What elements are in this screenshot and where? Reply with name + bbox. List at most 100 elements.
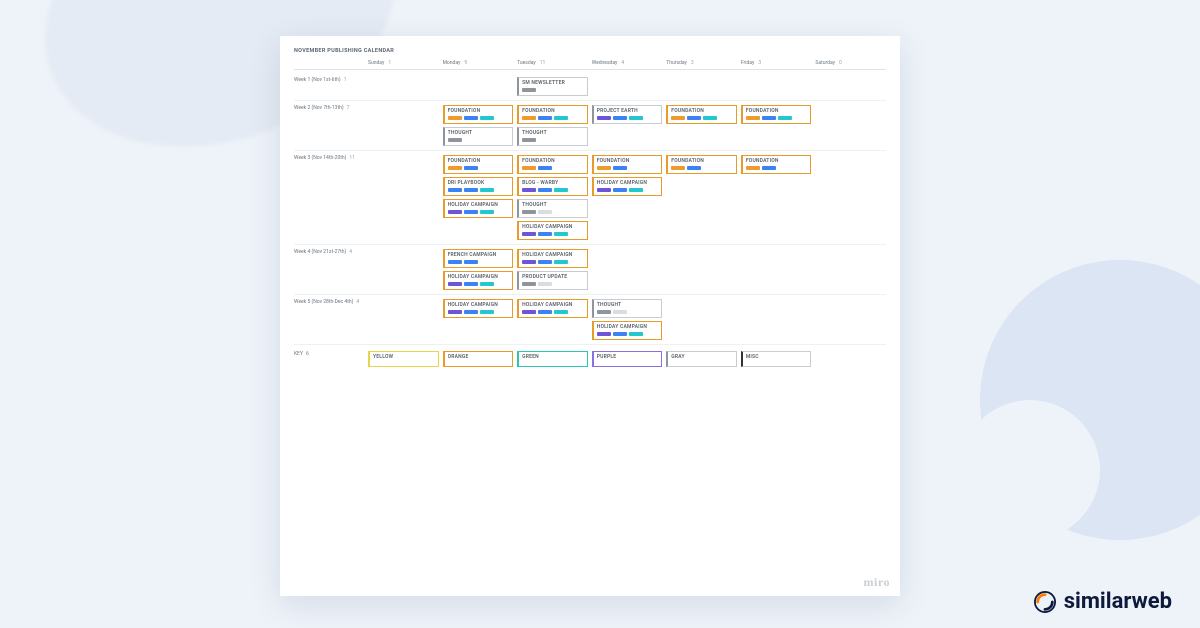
tag-chip	[538, 310, 552, 314]
miro-watermark: miro	[864, 575, 890, 590]
content-card[interactable]: THOUGHT	[517, 199, 588, 218]
day-cell[interactable]: FOUNDATION	[666, 105, 737, 146]
content-card[interactable]: FOUNDATION	[517, 155, 588, 174]
content-card[interactable]: THOUGHT	[592, 299, 663, 318]
card-title: DRI PLAYBOOK	[448, 180, 510, 186]
day-cell[interactable]	[368, 77, 439, 96]
tag-chip	[480, 210, 494, 214]
card-title: FOUNDATION	[522, 108, 584, 114]
legend-item[interactable]: ORANGE	[443, 351, 514, 367]
day-cell[interactable]	[741, 299, 812, 340]
legend-item[interactable]: MISC	[741, 351, 812, 367]
miro-board[interactable]: NOVEMBER PUBLISHING CALENDAR Sunday1Mond…	[280, 36, 900, 596]
day-cell[interactable]: FRENCH CAMPAIGN HOLIDAY CAMPAIGN	[443, 249, 514, 290]
day-cell[interactable]	[666, 249, 737, 290]
tag-chip	[522, 260, 536, 264]
card-tags	[746, 116, 808, 120]
brand-name: similarweb	[1064, 589, 1172, 614]
card-tags	[522, 260, 584, 264]
similarweb-icon	[1034, 591, 1056, 613]
content-card[interactable]: FOUNDATION	[517, 105, 588, 124]
tag-chip	[522, 116, 536, 120]
card-tags	[448, 166, 510, 170]
card-tags	[597, 188, 659, 192]
week-row: Week 4 (Nov 21st-27th)4FRENCH CAMPAIGNHO…	[294, 245, 886, 295]
content-card[interactable]: FRENCH CAMPAIGN	[443, 249, 514, 268]
day-cell[interactable]: FOUNDATION THOUGHT	[517, 105, 588, 146]
legend-text: KEY	[294, 351, 303, 367]
day-cell[interactable]	[815, 155, 886, 240]
week-row: Week 1 (Nov 1st-6th)1SM NEWSLETTER	[294, 73, 886, 101]
content-card[interactable]: BLOG - WARBY	[517, 177, 588, 196]
card-title: HOLIDAY CAMPAIGN	[448, 274, 510, 280]
content-card[interactable]: THOUGHT	[443, 127, 514, 146]
content-card[interactable]: HOLIDAY CAMPAIGN	[517, 249, 588, 268]
day-cell[interactable]: FOUNDATION	[741, 155, 812, 240]
day-cell[interactable]	[368, 249, 439, 290]
tag-chip	[448, 310, 462, 314]
legend-item[interactable]: GRAY	[666, 351, 737, 367]
content-card[interactable]: HOLIDAY CAMPAIGN	[517, 221, 588, 240]
day-cell[interactable]: FOUNDATION HOLIDAY CAMPAIGN	[592, 155, 663, 240]
content-card[interactable]: FOUNDATION	[666, 155, 737, 174]
content-card[interactable]: DRI PLAYBOOK	[443, 177, 514, 196]
day-cell[interactable]	[666, 77, 737, 96]
day-cell[interactable]: PROJECT EARTH	[592, 105, 663, 146]
day-cell[interactable]	[815, 299, 886, 340]
day-cell[interactable]	[443, 77, 514, 96]
content-card[interactable]: HOLIDAY CAMPAIGN	[517, 299, 588, 318]
content-card[interactable]: PRODUCT UPDATE	[517, 271, 588, 290]
tag-chip	[613, 332, 627, 336]
day-cell[interactable]	[815, 249, 886, 290]
legend-item[interactable]: GREEN	[517, 351, 588, 367]
day-cell[interactable]: FOUNDATION BLOG - WARBY THOUGHT HOLIDAY CAM…	[517, 155, 588, 240]
tag-chip	[448, 116, 462, 120]
day-cell[interactable]: SM NEWSLETTER	[517, 77, 588, 96]
day-cell[interactable]: HOLIDAY CAMPAIGN	[443, 299, 514, 340]
content-card[interactable]: HOLIDAY CAMPAIGN	[592, 321, 663, 340]
content-card[interactable]: HOLIDAY CAMPAIGN	[443, 199, 514, 218]
tag-chip	[522, 138, 536, 142]
content-card[interactable]: FOUNDATION	[741, 105, 812, 124]
day-cell[interactable]	[815, 105, 886, 146]
tag-chip	[448, 210, 462, 214]
tag-chip	[746, 116, 760, 120]
day-cell[interactable]	[815, 77, 886, 96]
content-card[interactable]: FOUNDATION	[592, 155, 663, 174]
day-cell[interactable]	[368, 105, 439, 146]
day-cell[interactable]	[368, 299, 439, 340]
tag-chip	[538, 116, 552, 120]
content-card[interactable]: HOLIDAY CAMPAIGN	[443, 271, 514, 290]
content-card[interactable]: FOUNDATION	[741, 155, 812, 174]
day-cell[interactable]	[368, 155, 439, 240]
legend-item[interactable]: PURPLE	[592, 351, 663, 367]
day-cell[interactable]: THOUGHT HOLIDAY CAMPAIGN	[592, 299, 663, 340]
week-row: Week 3 (Nov 14th-20th)11FOUNDATIONDRI PL…	[294, 151, 886, 245]
day-cell[interactable]	[741, 77, 812, 96]
card-tags	[522, 188, 584, 192]
legend-item[interactable]: YELLOW	[368, 351, 439, 367]
content-card[interactable]: PROJECT EARTH	[592, 105, 663, 124]
day-header: Saturday0	[815, 60, 886, 66]
content-card[interactable]: FOUNDATION	[666, 105, 737, 124]
day-cell[interactable]: HOLIDAY CAMPAIGN PRODUCT UPDATE	[517, 249, 588, 290]
day-cell[interactable]	[666, 299, 737, 340]
content-card[interactable]: FOUNDATION	[443, 155, 514, 174]
tag-chip	[778, 116, 792, 120]
content-card[interactable]: THOUGHT	[517, 127, 588, 146]
day-cell[interactable]	[592, 249, 663, 290]
day-cell[interactable]: HOLIDAY CAMPAIGN	[517, 299, 588, 340]
card-title: FOUNDATION	[671, 158, 733, 164]
day-cell[interactable]	[592, 77, 663, 96]
content-card[interactable]: HOLIDAY CAMPAIGN	[443, 299, 514, 318]
day-cell[interactable]: FOUNDATION DRI PLAYBOOK HOLIDAY CAMPAIGN	[443, 155, 514, 240]
tag-chip	[448, 166, 462, 170]
card-tags	[522, 310, 584, 314]
content-card[interactable]: HOLIDAY CAMPAIGN	[592, 177, 663, 196]
day-cell[interactable]	[741, 249, 812, 290]
content-card[interactable]: FOUNDATION	[443, 105, 514, 124]
day-cell[interactable]: FOUNDATION	[741, 105, 812, 146]
day-cell[interactable]: FOUNDATION THOUGHT	[443, 105, 514, 146]
day-cell[interactable]: FOUNDATION	[666, 155, 737, 240]
content-card[interactable]: SM NEWSLETTER	[517, 77, 588, 96]
